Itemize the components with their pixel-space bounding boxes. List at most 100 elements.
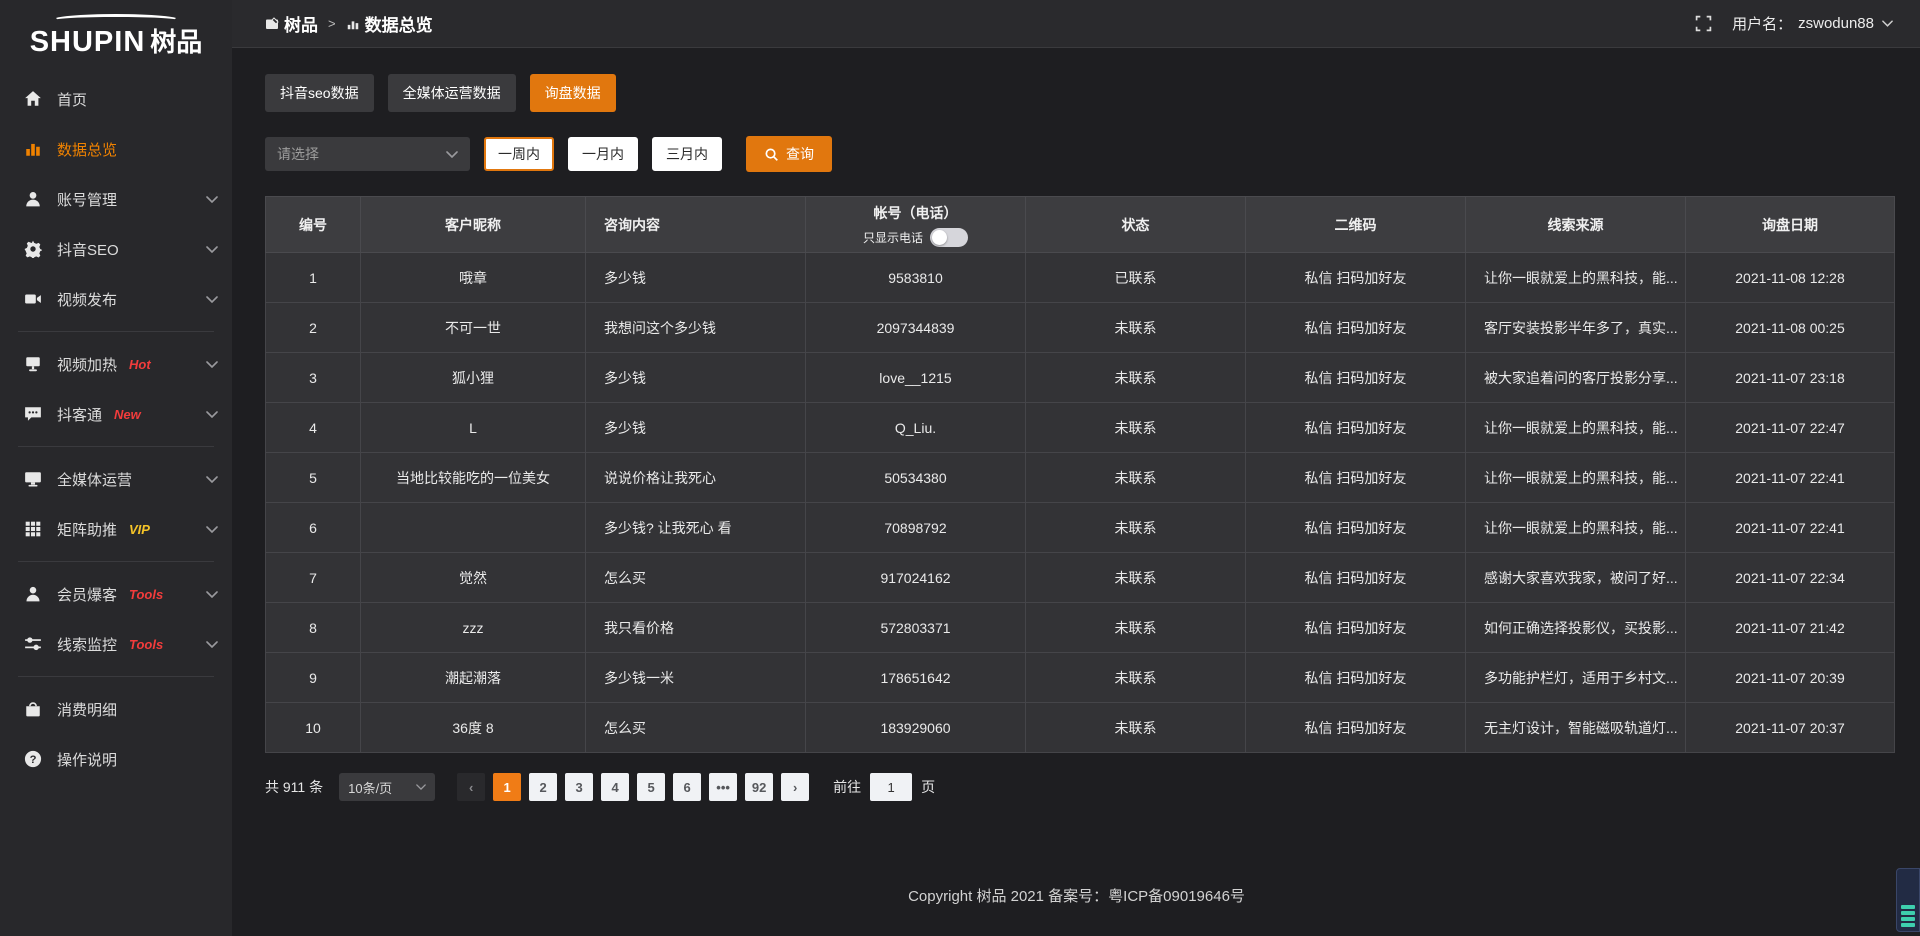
period-buttons: 一周内一月内三月内 bbox=[484, 137, 722, 171]
board-icon bbox=[265, 17, 279, 31]
column-header-source: 线索来源 bbox=[1466, 197, 1686, 253]
comment-icon bbox=[24, 405, 42, 423]
sidebar-item-label: 视频发布 bbox=[57, 289, 117, 310]
table-row: 3狐小狸多少钱love__1215未联系私信 扫码加好友被大家追着问的客厅投影分… bbox=[266, 353, 1895, 403]
page-button-6[interactable]: 6 bbox=[673, 773, 701, 801]
cell-source-link[interactable]: 让你一眼就爱上的黑科技，能... bbox=[1466, 403, 1686, 453]
cell-source-link[interactable]: 让你一眼就爱上的黑科技，能... bbox=[1466, 253, 1686, 303]
breadcrumb-home[interactable]: 树品 bbox=[265, 11, 318, 36]
cell-no: 10 bbox=[266, 703, 361, 753]
cell-source-link[interactable]: 无主灯设计，智能磁吸轨道灯... bbox=[1466, 703, 1686, 753]
sidebar-item-badge: Hot bbox=[129, 357, 151, 372]
copyright-text: Copyright 树品 2021 备案号：粤ICP备09019646号 bbox=[908, 888, 1245, 905]
phone-only-toggle[interactable] bbox=[930, 228, 968, 247]
cell-nickname: zzz bbox=[361, 603, 586, 653]
chevron-down-icon bbox=[206, 476, 218, 483]
sidebar-item-clue-monitor[interactable]: 线索监控Tools bbox=[0, 619, 232, 669]
sidebar-item-home[interactable]: 首页 bbox=[0, 74, 232, 124]
cell-source-link[interactable]: 感谢大家喜欢我家，被问了好... bbox=[1466, 553, 1686, 603]
cell-qrcode-link[interactable]: 私信 扫码加好友 bbox=[1246, 553, 1466, 603]
tab-1[interactable]: 全媒体运营数据 bbox=[388, 74, 516, 112]
page-button-92[interactable]: 92 bbox=[745, 773, 773, 801]
page-button-2[interactable]: 2 bbox=[529, 773, 557, 801]
cell-qrcode-link[interactable]: 私信 扫码加好友 bbox=[1246, 703, 1466, 753]
sidebar-item-all-media-operation[interactable]: 全媒体运营 bbox=[0, 454, 232, 504]
table-header-row: 编号 客户昵称 咨询内容 帐号（电话） 只显示电话 状态 二维码 线索来源 bbox=[266, 197, 1895, 253]
sidebar-item-matrix-boost[interactable]: 矩阵助推VIP bbox=[0, 504, 232, 554]
sidebar-item-account-management[interactable]: 账号管理 bbox=[0, 174, 232, 224]
page-button-1[interactable]: 1 bbox=[493, 773, 521, 801]
tab-0[interactable]: 抖音seo数据 bbox=[265, 74, 374, 112]
sidebar-item-member-baoke[interactable]: 会员爆客Tools bbox=[0, 569, 232, 619]
cell-nickname: L bbox=[361, 403, 586, 453]
floating-widget[interactable] bbox=[1896, 868, 1920, 932]
sidebar-item-video-publish[interactable]: 视频发布 bbox=[0, 274, 232, 324]
period-button-0[interactable]: 一周内 bbox=[484, 137, 554, 171]
page-button-5[interactable]: 5 bbox=[637, 773, 665, 801]
table-row: 2不可一世我想问这个多少钱2097344839未联系私信 扫码加好友客厅安装投影… bbox=[266, 303, 1895, 353]
breadcrumb-separator: > bbox=[328, 16, 336, 31]
cell-qrcode-link[interactable]: 私信 扫码加好友 bbox=[1246, 653, 1466, 703]
search-button[interactable]: 查询 bbox=[746, 136, 832, 172]
page-button-4[interactable]: 4 bbox=[601, 773, 629, 801]
cell-qrcode-link[interactable]: 私信 扫码加好友 bbox=[1246, 253, 1466, 303]
column-header-nickname: 客户昵称 bbox=[361, 197, 586, 253]
cell-account: 2097344839 bbox=[806, 303, 1026, 353]
page-button-3[interactable]: 3 bbox=[565, 773, 593, 801]
logo-text: SHUPIN 树品 bbox=[30, 22, 203, 59]
bar-chart-icon bbox=[24, 140, 42, 158]
sidebar-divider bbox=[18, 331, 214, 332]
logo[interactable]: SHUPIN 树品 bbox=[0, 8, 232, 64]
cell-account: 70898792 bbox=[806, 503, 1026, 553]
sidebar-item-operation-guide[interactable]: ?操作说明 bbox=[0, 734, 232, 784]
cell-nickname: 当地比较能吃的一位美女 bbox=[361, 453, 586, 503]
sidebar-item-label: 视频加热 bbox=[57, 354, 117, 375]
sidebar-divider bbox=[18, 446, 214, 447]
breadcrumb-current[interactable]: 数据总览 bbox=[346, 11, 433, 36]
cell-source-link[interactable]: 多功能护栏灯，适用于乡村文... bbox=[1466, 653, 1686, 703]
table-row: 1哦章多少钱9583810已联系私信 扫码加好友让你一眼就爱上的黑科技，能...… bbox=[266, 253, 1895, 303]
tab-2[interactable]: 询盘数据 bbox=[530, 74, 616, 112]
gear-icon bbox=[24, 240, 42, 258]
grid-icon bbox=[24, 520, 42, 538]
cell-source-link[interactable]: 客厅安装投影半年多了，真实... bbox=[1466, 303, 1686, 353]
cell-account: 178651642 bbox=[806, 653, 1026, 703]
widget-bar bbox=[1901, 917, 1915, 921]
table-row: 5当地比较能吃的一位美女说说价格让我死心50534380未联系私信 扫码加好友让… bbox=[266, 453, 1895, 503]
sidebar-item-label: 抖音SEO bbox=[57, 239, 119, 260]
sidebar-item-video-heating[interactable]: 视频加热 Hot bbox=[0, 339, 232, 389]
period-button-1[interactable]: 一月内 bbox=[568, 137, 638, 171]
sliders-icon bbox=[24, 635, 42, 653]
cell-qrcode-link[interactable]: 私信 扫码加好友 bbox=[1246, 503, 1466, 553]
cell-qrcode-link[interactable]: 私信 扫码加好友 bbox=[1246, 303, 1466, 353]
cell-source-link[interactable]: 如何正确选择投影仪，买投影... bbox=[1466, 603, 1686, 653]
period-button-2[interactable]: 三月内 bbox=[652, 137, 722, 171]
filter-select[interactable]: 请选择 bbox=[265, 137, 470, 171]
sidebar-item-doukeTong[interactable]: 抖客通New bbox=[0, 389, 232, 439]
cell-source-link[interactable]: 让你一眼就爱上的黑科技，能... bbox=[1466, 453, 1686, 503]
search-icon bbox=[764, 147, 779, 162]
cell-qrcode-link[interactable]: 私信 扫码加好友 bbox=[1246, 603, 1466, 653]
goto-page: 前往 1 页 bbox=[833, 773, 935, 801]
cell-status: 已联系 bbox=[1026, 253, 1246, 303]
page-size-select[interactable]: 10条/页 bbox=[339, 773, 435, 801]
video-icon bbox=[24, 290, 42, 308]
next-page-button[interactable]: › bbox=[781, 773, 809, 801]
sidebar-divider bbox=[18, 676, 214, 677]
sidebar-item-douyin-seo[interactable]: 抖音SEO bbox=[0, 224, 232, 274]
cell-date: 2021-11-07 20:37 bbox=[1686, 703, 1895, 753]
prev-page-button[interactable]: ‹ bbox=[457, 773, 485, 801]
sidebar-item-data-overview[interactable]: 数据总览 bbox=[0, 124, 232, 174]
cell-qrcode-link[interactable]: 私信 扫码加好友 bbox=[1246, 353, 1466, 403]
sidebar-item-consumption-detail[interactable]: 消费明细 bbox=[0, 684, 232, 734]
cell-account: Q_Liu. bbox=[806, 403, 1026, 453]
user-dropdown[interactable]: 用户名： zswodun88 bbox=[1732, 13, 1893, 34]
cell-qrcode-link[interactable]: 私信 扫码加好友 bbox=[1246, 403, 1466, 453]
page-button-•••[interactable]: ••• bbox=[709, 773, 737, 801]
cell-source-link[interactable]: 让你一眼就爱上的黑科技，能... bbox=[1466, 503, 1686, 553]
cell-qrcode-link[interactable]: 私信 扫码加好友 bbox=[1246, 453, 1466, 503]
cell-nickname: 不可一世 bbox=[361, 303, 586, 353]
goto-page-input[interactable]: 1 bbox=[870, 773, 912, 801]
fullscreen-icon[interactable] bbox=[1695, 15, 1712, 32]
cell-source-link[interactable]: 被大家追着问的客厅投影分享... bbox=[1466, 353, 1686, 403]
